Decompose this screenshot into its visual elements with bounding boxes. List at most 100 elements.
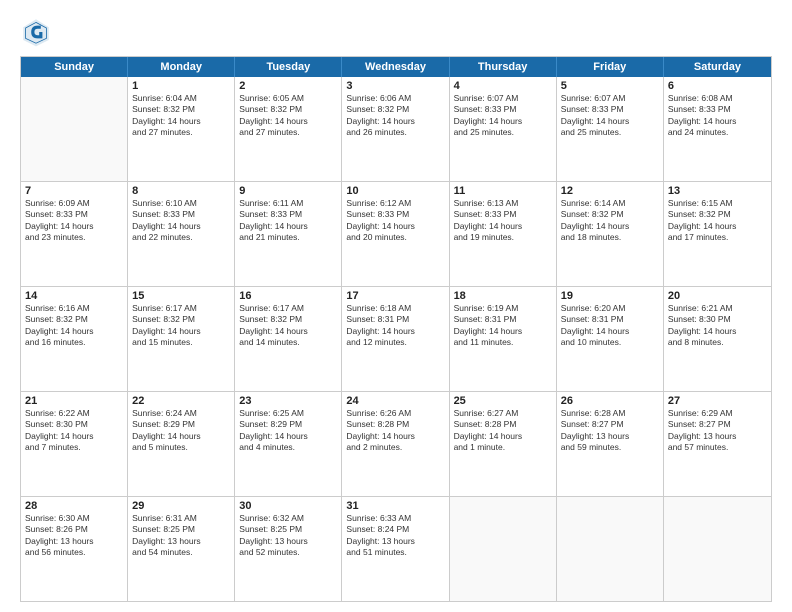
calendar-day-6: 6Sunrise: 6:08 AMSunset: 8:33 PMDaylight… [664,77,771,181]
day-number: 1 [132,80,230,92]
cell-info-line: and 17 minutes. [668,232,767,243]
calendar-day-empty [21,77,128,181]
cell-info-line: and 8 minutes. [668,337,767,348]
cell-info-line: Sunrise: 6:30 AM [25,513,123,524]
cell-info-line: Daylight: 14 hours [668,116,767,127]
day-number: 24 [346,395,444,407]
cell-info-line: Sunset: 8:32 PM [561,209,659,220]
cell-info-line: Sunset: 8:33 PM [668,104,767,115]
calendar-day-28: 28Sunrise: 6:30 AMSunset: 8:26 PMDayligh… [21,497,128,601]
day-header-sunday: Sunday [21,57,128,77]
calendar-week-3: 14Sunrise: 6:16 AMSunset: 8:32 PMDayligh… [21,286,771,391]
cell-info-line: Sunset: 8:33 PM [454,104,552,115]
day-number: 23 [239,395,337,407]
calendar-week-1: 1Sunrise: 6:04 AMSunset: 8:32 PMDaylight… [21,77,771,181]
calendar-day-22: 22Sunrise: 6:24 AMSunset: 8:29 PMDayligh… [128,392,235,496]
day-number: 20 [668,290,767,302]
calendar-day-30: 30Sunrise: 6:32 AMSunset: 8:25 PMDayligh… [235,497,342,601]
cell-info-line: Sunrise: 6:24 AM [132,408,230,419]
calendar-day-empty [664,497,771,601]
cell-info-line: Daylight: 14 hours [132,431,230,442]
cell-info-line: Daylight: 14 hours [239,116,337,127]
cell-info-line: and 27 minutes. [132,127,230,138]
calendar-day-24: 24Sunrise: 6:26 AMSunset: 8:28 PMDayligh… [342,392,449,496]
header [20,16,772,48]
cell-info-line: Daylight: 14 hours [346,326,444,337]
cell-info-line: Daylight: 14 hours [346,221,444,232]
calendar-day-4: 4Sunrise: 6:07 AMSunset: 8:33 PMDaylight… [450,77,557,181]
day-number: 2 [239,80,337,92]
cell-info-line: Daylight: 14 hours [239,221,337,232]
day-number: 9 [239,185,337,197]
cell-info-line: Sunset: 8:33 PM [561,104,659,115]
cell-info-line: and 14 minutes. [239,337,337,348]
day-header-monday: Monday [128,57,235,77]
cell-info-line: Daylight: 13 hours [346,536,444,547]
cell-info-line: Daylight: 14 hours [561,116,659,127]
cell-info-line: Daylight: 14 hours [561,326,659,337]
cell-info-line: Sunset: 8:32 PM [346,104,444,115]
cell-info-line: and 12 minutes. [346,337,444,348]
calendar-day-15: 15Sunrise: 6:17 AMSunset: 8:32 PMDayligh… [128,287,235,391]
cell-info-line: Sunset: 8:24 PM [346,524,444,535]
cell-info-line: Daylight: 13 hours [25,536,123,547]
cell-info-line: and 15 minutes. [132,337,230,348]
calendar-day-31: 31Sunrise: 6:33 AMSunset: 8:24 PMDayligh… [342,497,449,601]
cell-info-line: Daylight: 14 hours [454,326,552,337]
cell-info-line: and 20 minutes. [346,232,444,243]
cell-info-line: and 57 minutes. [668,442,767,453]
cell-info-line: Daylight: 14 hours [239,326,337,337]
cell-info-line: Sunrise: 6:15 AM [668,198,767,209]
cell-info-line: and 54 minutes. [132,547,230,558]
calendar-day-12: 12Sunrise: 6:14 AMSunset: 8:32 PMDayligh… [557,182,664,286]
day-number: 10 [346,185,444,197]
day-number: 5 [561,80,659,92]
day-number: 18 [454,290,552,302]
cell-info-line: Sunrise: 6:05 AM [239,93,337,104]
calendar-day-7: 7Sunrise: 6:09 AMSunset: 8:33 PMDaylight… [21,182,128,286]
cell-info-line: Sunset: 8:32 PM [132,314,230,325]
calendar-body: 1Sunrise: 6:04 AMSunset: 8:32 PMDaylight… [21,77,771,601]
calendar-day-14: 14Sunrise: 6:16 AMSunset: 8:32 PMDayligh… [21,287,128,391]
cell-info-line: Sunrise: 6:16 AM [25,303,123,314]
cell-info-line: and 59 minutes. [561,442,659,453]
cell-info-line: Sunrise: 6:33 AM [346,513,444,524]
day-header-tuesday: Tuesday [235,57,342,77]
calendar-day-23: 23Sunrise: 6:25 AMSunset: 8:29 PMDayligh… [235,392,342,496]
cell-info-line: Sunset: 8:29 PM [132,419,230,430]
calendar-day-18: 18Sunrise: 6:19 AMSunset: 8:31 PMDayligh… [450,287,557,391]
calendar-day-17: 17Sunrise: 6:18 AMSunset: 8:31 PMDayligh… [342,287,449,391]
calendar-header-row: SundayMondayTuesdayWednesdayThursdayFrid… [21,57,771,77]
cell-info-line: Sunrise: 6:17 AM [132,303,230,314]
calendar-day-empty [450,497,557,601]
calendar-day-2: 2Sunrise: 6:05 AMSunset: 8:32 PMDaylight… [235,77,342,181]
cell-info-line: Sunset: 8:31 PM [454,314,552,325]
cell-info-line: Daylight: 14 hours [668,326,767,337]
cell-info-line: Sunset: 8:32 PM [132,104,230,115]
cell-info-line: and 51 minutes. [346,547,444,558]
cell-info-line: and 24 minutes. [668,127,767,138]
cell-info-line: Sunset: 8:25 PM [132,524,230,535]
cell-info-line: Daylight: 14 hours [454,221,552,232]
day-number: 3 [346,80,444,92]
cell-info-line: Daylight: 14 hours [668,221,767,232]
day-number: 27 [668,395,767,407]
calendar: SundayMondayTuesdayWednesdayThursdayFrid… [20,56,772,602]
day-number: 31 [346,500,444,512]
day-header-wednesday: Wednesday [342,57,449,77]
day-number: 11 [454,185,552,197]
cell-info-line: Daylight: 14 hours [346,116,444,127]
calendar-week-2: 7Sunrise: 6:09 AMSunset: 8:33 PMDaylight… [21,181,771,286]
cell-info-line: and 56 minutes. [25,547,123,558]
cell-info-line: Daylight: 13 hours [668,431,767,442]
day-number: 8 [132,185,230,197]
cell-info-line: Sunrise: 6:13 AM [454,198,552,209]
cell-info-line: Sunrise: 6:19 AM [454,303,552,314]
cell-info-line: Daylight: 14 hours [25,221,123,232]
calendar-day-empty [557,497,664,601]
cell-info-line: Daylight: 14 hours [25,431,123,442]
cell-info-line: Sunset: 8:28 PM [346,419,444,430]
cell-info-line: Daylight: 14 hours [132,116,230,127]
calendar-day-8: 8Sunrise: 6:10 AMSunset: 8:33 PMDaylight… [128,182,235,286]
day-number: 19 [561,290,659,302]
